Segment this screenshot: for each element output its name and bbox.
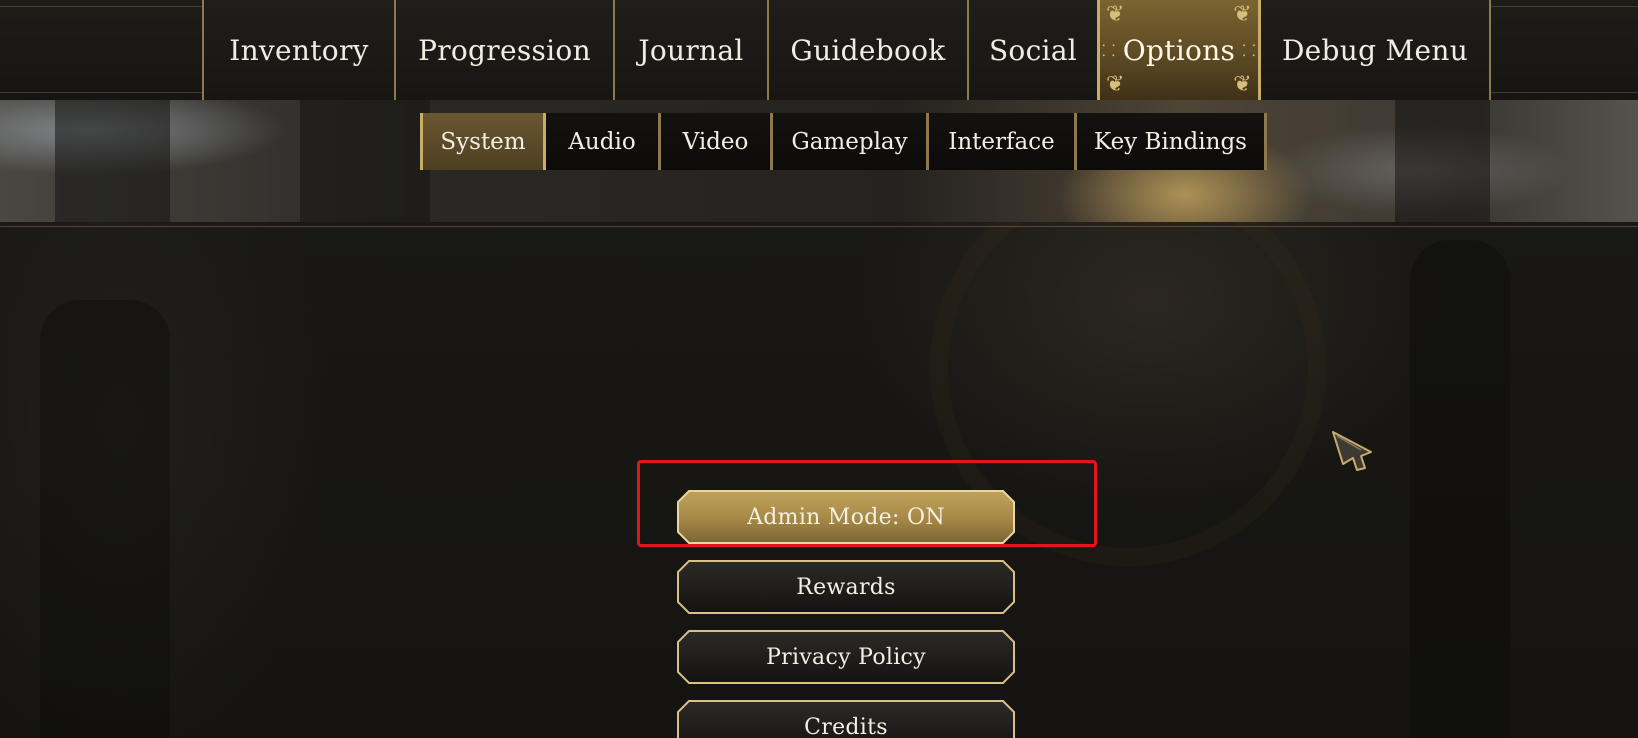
tab-options[interactable]: ❦ ❦ ❦ ❦ ⸬ ⸬ Options <box>1097 0 1261 100</box>
nav-rule <box>1490 92 1638 93</box>
subtab-system[interactable]: System <box>420 113 546 170</box>
scroll-flourish-icon: ⸬ <box>1242 41 1256 60</box>
tab-social[interactable]: Social <box>967 0 1097 100</box>
arrowhead-cursor-icon <box>1331 430 1379 482</box>
nav-rule <box>1490 6 1638 7</box>
button-label: Rewards <box>796 574 896 600</box>
tab-label: Social <box>988 33 1078 67</box>
admin-mode-toggle-button[interactable]: Admin Mode: ON <box>677 490 1015 544</box>
button-label: Admin Mode: ON <box>747 504 945 530</box>
subtab-label: Key Bindings <box>1094 128 1247 155</box>
subtab-label: Interface <box>948 128 1055 155</box>
subtab-label: Audio <box>568 128 636 155</box>
options-sub-tabs: System Audio Video Gameplay Interface Ke… <box>420 113 1267 170</box>
button-label: Credits <box>804 714 888 738</box>
tab-progression[interactable]: Progression <box>394 0 613 100</box>
scroll-flourish-icon: ❦ <box>1106 72 1125 97</box>
privacy-policy-button[interactable]: Privacy Policy <box>677 630 1015 684</box>
divider <box>0 226 1638 227</box>
tab-label: Progression <box>418 33 591 67</box>
subtab-gameplay[interactable]: Gameplay <box>770 113 926 170</box>
rewards-button[interactable]: Rewards <box>677 560 1015 614</box>
tab-guidebook[interactable]: Guidebook <box>767 0 967 100</box>
tab-label: Guidebook <box>790 33 946 67</box>
system-menu: Admin Mode: ON Rewards Privacy Policy Cr… <box>677 490 1015 738</box>
top-nav-bar: Inventory Progression Journal Guidebook … <box>0 0 1638 100</box>
tab-debug-menu[interactable]: Debug Menu <box>1261 0 1491 100</box>
subtab-video[interactable]: Video <box>658 113 770 170</box>
subtab-key-bindings[interactable]: Key Bindings <box>1074 113 1264 170</box>
tab-label: Journal <box>638 33 744 67</box>
subtab-label: Gameplay <box>791 128 908 155</box>
subtab-label: Video <box>682 128 749 155</box>
nav-rule <box>0 6 202 7</box>
credits-button[interactable]: Credits <box>677 700 1015 738</box>
tab-inventory[interactable]: Inventory <box>202 0 394 100</box>
hero-pillar <box>1395 100 1490 222</box>
scroll-flourish-icon: ❦ <box>1233 72 1252 97</box>
subtab-label: System <box>440 128 526 155</box>
scroll-flourish-icon: ❦ <box>1233 2 1252 27</box>
subtab-audio[interactable]: Audio <box>546 113 658 170</box>
scroll-flourish-icon: ❦ <box>1106 2 1125 27</box>
hero-pillar <box>300 100 430 222</box>
hero-pillar <box>55 100 170 222</box>
tab-label: Inventory <box>229 33 369 67</box>
game-options-screen: Inventory Progression Journal Guidebook … <box>0 0 1638 738</box>
tab-label: Options <box>1122 33 1236 67</box>
button-label: Privacy Policy <box>766 644 926 670</box>
scroll-flourish-icon: ⸬ <box>1102 41 1116 60</box>
tab-label: Debug Menu <box>1281 33 1469 67</box>
background-pillar <box>1410 240 1510 738</box>
main-tabs: Inventory Progression Journal Guidebook … <box>202 0 1491 100</box>
background-pillar <box>40 300 170 738</box>
nav-rule <box>0 92 202 93</box>
subtab-interface[interactable]: Interface <box>926 113 1074 170</box>
tab-journal[interactable]: Journal <box>613 0 767 100</box>
